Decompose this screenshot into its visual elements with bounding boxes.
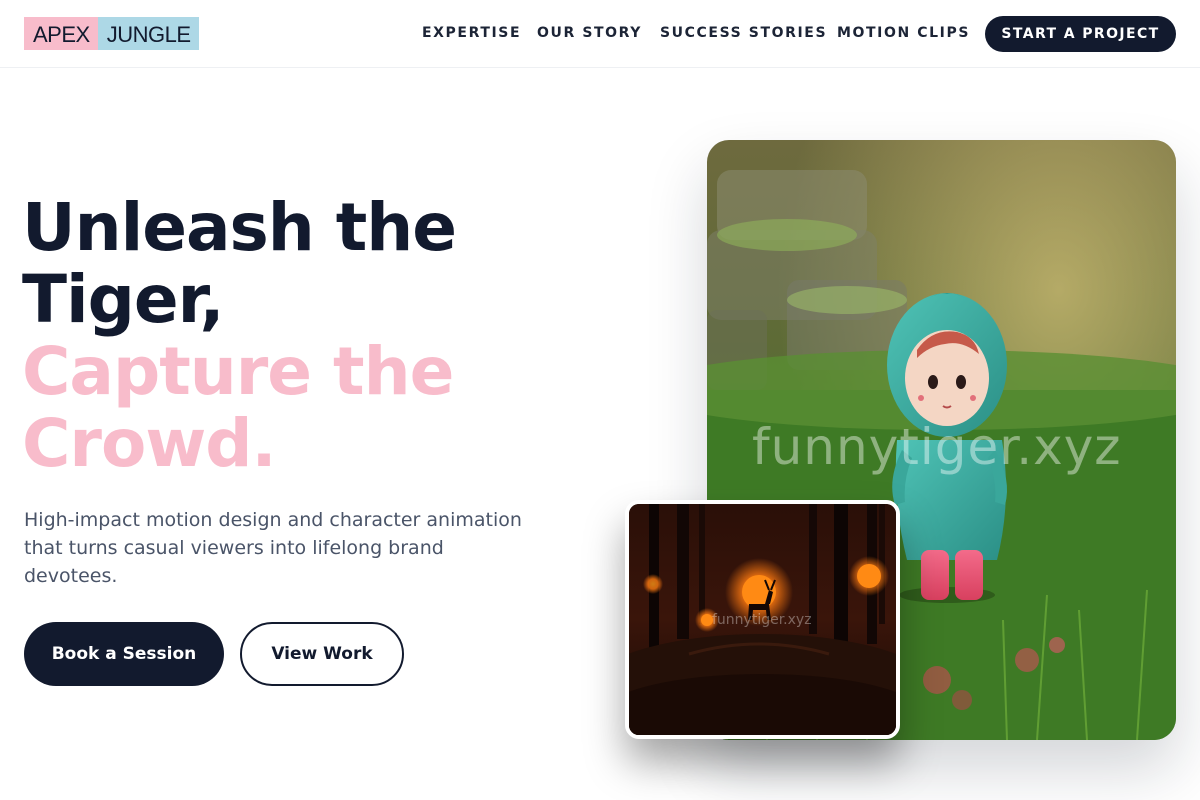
hero-inset-image <box>625 500 900 739</box>
nav-success-stories[interactable]: SUCCESS STORIES <box>660 25 827 41</box>
hero-subtext: High-impact motion design and character … <box>24 509 522 587</box>
nav-expertise[interactable]: EXPERTISE <box>422 25 521 41</box>
logo-apex: APEX <box>24 17 98 50</box>
headline-line-1: Unleash the <box>22 189 457 266</box>
forest-illustration <box>629 504 896 735</box>
view-work-button[interactable]: View Work <box>240 622 404 686</box>
headline-line-4: Crowd. <box>22 405 277 482</box>
start-project-button[interactable]: START A PROJECT <box>985 16 1176 52</box>
nav-motion-clips[interactable]: MOTION CLIPS <box>837 25 970 41</box>
logo-jungle: JUNGLE <box>97 17 199 50</box>
nav-our-story[interactable]: OUR STORY <box>537 25 642 41</box>
book-session-button[interactable]: Book a Session <box>24 622 224 686</box>
hero-headline: Unleash the Tiger, Capture the Crowd. <box>22 192 542 480</box>
logo[interactable]: APEX JUNGLE <box>24 17 199 50</box>
site-header: APEX JUNGLE EXPERTISE OUR STORY SUCCESS … <box>0 0 1200 68</box>
headline-line-2: Tiger, <box>22 261 225 338</box>
headline-line-3: Capture the <box>22 333 454 410</box>
